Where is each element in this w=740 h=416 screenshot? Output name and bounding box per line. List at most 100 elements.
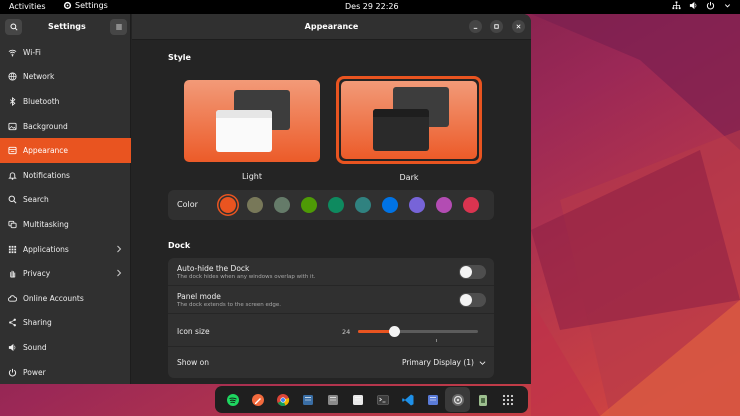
preview-window-front [216, 110, 272, 152]
dock-item[interactable] [320, 387, 345, 412]
sidebar: Settings Wi-Fi Network Bluetooth Backgro… [0, 14, 131, 384]
volume-icon [689, 1, 697, 10]
sidebar-item-label: Wi-Fi [23, 47, 41, 57]
style-label-dark: Dark [399, 173, 419, 182]
sidebar-item-appearance[interactable]: Appearance [0, 138, 131, 163]
dock-item[interactable] [345, 387, 370, 412]
autohide-title: Auto-hide the Dock [177, 264, 250, 273]
power-menu-icon [706, 1, 715, 10]
style-option-light[interactable]: Light [180, 66, 324, 181]
sidebar-item-applications[interactable]: Applications [0, 237, 131, 262]
sidebar-item-label: Network [23, 72, 55, 82]
sidebar-item-label: Sound [23, 342, 47, 352]
sidebar-item-power[interactable]: Power [0, 360, 131, 384]
accent-color-swatch[interactable] [436, 197, 452, 213]
sidebar-item-sharing[interactable]: Sharing [0, 311, 131, 336]
share-icon [9, 318, 16, 327]
slider-tick [436, 339, 437, 342]
slider-handle[interactable] [389, 326, 400, 337]
speaker-icon [8, 343, 16, 352]
terminal-icon [376, 394, 389, 405]
style-option-dark[interactable] [336, 76, 482, 164]
sidebar-item-wifi[interactable]: Wi-Fi [0, 40, 131, 65]
show-on-label: Show on [177, 358, 209, 367]
dock-item[interactable] [370, 387, 395, 412]
sidebar-header: Settings [0, 14, 130, 40]
sidebar-item-label: Privacy [23, 269, 51, 279]
accent-color-swatch[interactable] [274, 197, 290, 213]
accent-color-swatch[interactable] [220, 197, 236, 213]
appearance-panel: Appearance Style Light Dark Color Dock A… [132, 14, 531, 384]
close-button[interactable] [512, 20, 525, 33]
style-label-light: Light [242, 172, 262, 181]
dock-item[interactable] [245, 387, 270, 412]
minimize-button[interactable] [469, 20, 482, 33]
sidebar-title: Settings [48, 22, 86, 31]
dock-item[interactable] [220, 387, 245, 412]
show-on-dropdown[interactable]: Primary Display (1) [402, 358, 486, 367]
vscode-icon [401, 394, 413, 405]
chevron-down-icon [479, 360, 486, 365]
dock-item[interactable] [470, 387, 495, 412]
show-apps-icon [502, 394, 513, 405]
maximize-button[interactable] [490, 20, 503, 33]
app-menu-label: Settings [75, 1, 108, 10]
gear-icon [63, 1, 72, 10]
sidebar-item-notifications[interactable]: Notifications [0, 163, 131, 188]
icon-size-slider[interactable] [358, 326, 478, 342]
autohide-toggle[interactable] [459, 265, 486, 279]
trash-icon [478, 394, 487, 406]
sidebar-item-bluetooth[interactable]: Bluetooth [0, 89, 131, 114]
sidebar-item-network[interactable]: Network [0, 65, 131, 90]
light-preview [184, 80, 320, 162]
dock-item[interactable] [495, 387, 520, 412]
accent-color-row: Color [168, 190, 494, 220]
sidebar-item-label: Search [23, 195, 49, 205]
dock [215, 386, 528, 413]
appearance-icon [8, 147, 17, 155]
activities-button[interactable]: Activities [9, 2, 46, 11]
dock-item[interactable] [420, 387, 445, 412]
sidebar-item-online-accounts[interactable]: Online Accounts [0, 286, 131, 311]
sidebar-item-multitasking[interactable]: Multitasking [0, 212, 131, 237]
hamburger-icon [115, 24, 122, 30]
clock[interactable]: Des 29 22:26 [345, 2, 399, 11]
preview-window-front [373, 109, 429, 151]
wifi-icon [8, 49, 17, 57]
sidebar-item-label: Applications [23, 244, 69, 254]
sidebar-list: Wi-Fi Network Bluetooth Background Appea… [0, 40, 131, 384]
sidebar-item-background[interactable]: Background [0, 114, 131, 139]
accent-color-swatch[interactable] [247, 197, 263, 213]
accent-color-swatch[interactable] [382, 197, 398, 213]
dock-item[interactable] [445, 387, 470, 412]
chevron-down-icon [724, 4, 731, 8]
header-bar: Appearance [132, 14, 531, 40]
dock-item[interactable] [295, 387, 320, 412]
accent-color-swatch[interactable] [328, 197, 344, 213]
spotify-icon [226, 393, 239, 406]
accent-color-swatch[interactable] [463, 197, 479, 213]
accent-color-swatch[interactable] [409, 197, 425, 213]
text-editor-icon [352, 394, 363, 405]
network-icon [8, 72, 17, 81]
sidebar-item-label: Appearance [23, 146, 69, 156]
main-menu-button[interactable] [110, 19, 127, 35]
sidebar-item-privacy[interactable]: Privacy [0, 261, 131, 286]
settings-window: Settings Wi-Fi Network Bluetooth Backgro… [0, 14, 531, 384]
dock-item[interactable] [270, 387, 295, 412]
sidebar-item-search[interactable]: Search [0, 188, 131, 213]
panel-mode-toggle[interactable] [459, 293, 486, 307]
sidebar-item-sound[interactable]: Sound [0, 335, 131, 360]
dock-item[interactable] [395, 387, 420, 412]
panel-mode-row[interactable]: Panel mode The dock extends to the scree… [168, 286, 494, 314]
accent-color-swatch[interactable] [301, 197, 317, 213]
icon-size-value: 24 [342, 328, 351, 336]
accent-color-swatch[interactable] [355, 197, 371, 213]
top-bar: Activities Settings Des 29 22:26 [0, 0, 740, 14]
show-on-row[interactable]: Show on Primary Display (1) [168, 347, 494, 378]
files-icon [327, 394, 338, 405]
app-menu[interactable]: Settings [63, 1, 108, 10]
system-status-area[interactable] [672, 1, 732, 10]
autohide-row[interactable]: Auto-hide the Dock The dock hides when a… [168, 258, 494, 286]
search-button[interactable] [5, 19, 22, 35]
